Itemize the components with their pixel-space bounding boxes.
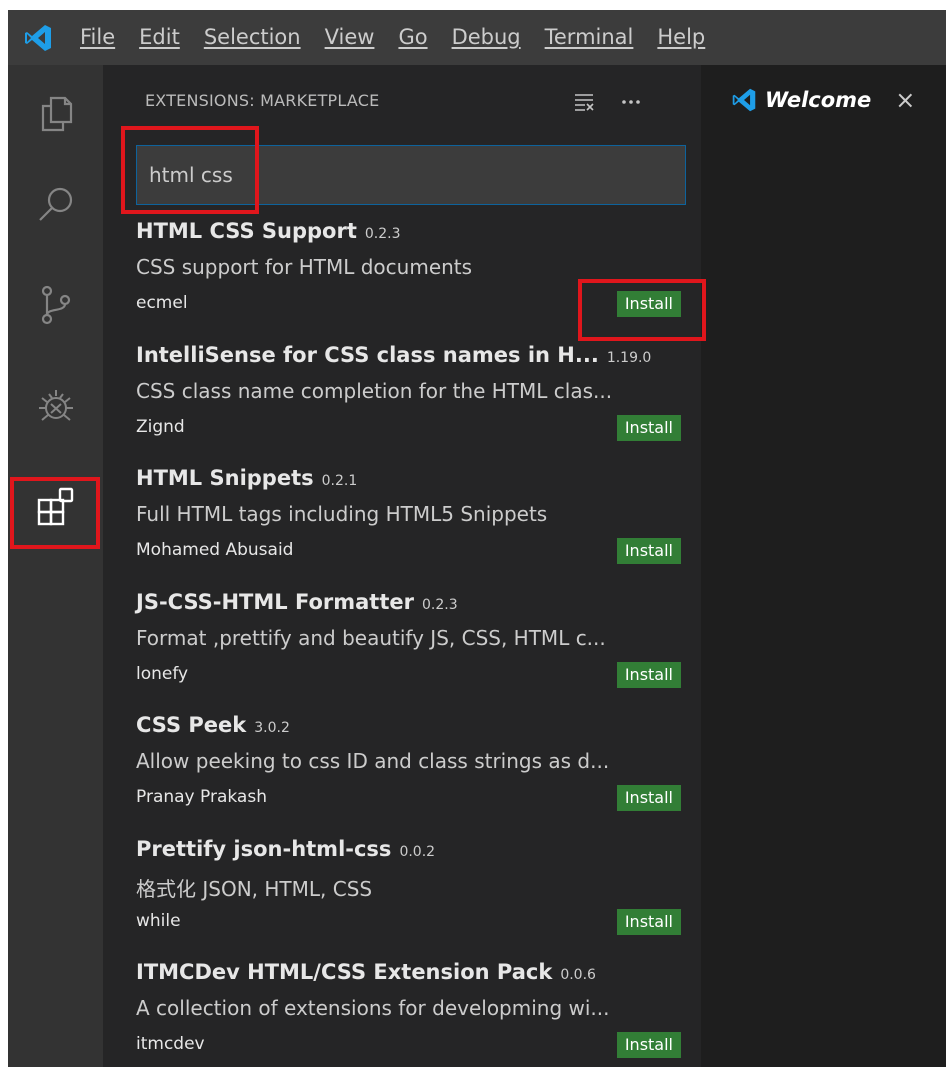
editor-area: Welcome × [701, 65, 946, 1067]
install-button[interactable]: Install [616, 661, 681, 688]
extension-description: CSS support for HTML documents [136, 255, 473, 279]
vscode-logo-icon [8, 10, 68, 65]
extension-publisher: Mohamed Abusaid [136, 540, 294, 560]
extension-name: HTML Snippets [136, 466, 314, 490]
activity-debug[interactable] [8, 365, 103, 445]
activity-source-control[interactable] [8, 265, 103, 345]
extension-item-html-css-support[interactable]: HTML CSS Support 0.2.3 CSS support for HT… [136, 213, 686, 337]
extension-version: 1.19.0 [606, 349, 652, 366]
install-button[interactable]: Install [616, 538, 681, 564]
extensions-sidebar: EXTENSIONS: MARKETPLACE HTML CSS Support… [103, 65, 701, 1067]
clear-extensions-icon [575, 94, 594, 111]
vscode-tab-icon [731, 87, 757, 113]
ellipsis-icon [622, 100, 640, 104]
install-button[interactable]: Install [616, 785, 681, 811]
extension-item-js-css-html-formatter[interactable]: JS-CSS-HTML Formatter 0.2.3 Format ,prett… [136, 584, 686, 708]
menu-help[interactable]: Help [645, 10, 717, 65]
extension-version: 3.0.2 [254, 720, 290, 736]
extension-publisher: while [136, 910, 181, 931]
activity-bar [8, 65, 103, 1067]
install-button[interactable]: Install [616, 291, 681, 317]
menu-terminal[interactable]: Terminal [533, 10, 646, 65]
extension-name: CSS Peek [136, 713, 247, 737]
extension-publisher: lonefy [136, 663, 189, 684]
extension-name: ITMCDev HTML/CSS Extension Pack [136, 960, 553, 984]
extension-list: HTML CSS Support 0.2.3 CSS support for HT… [136, 213, 686, 1067]
menu-bar: File Edit Selection View Go Debug Termin… [8, 10, 946, 65]
debug-icon [38, 390, 73, 421]
extension-publisher: ecmel [136, 293, 188, 313]
extension-name: Prettify json-html-css [136, 836, 392, 861]
extension-item-intellisense-css[interactable]: IntelliSense for CSS class names in H...… [136, 337, 686, 461]
install-button[interactable]: Install [616, 908, 681, 935]
activity-extensions[interactable] [8, 467, 103, 547]
source-control-icon [41, 285, 70, 325]
extension-name: HTML CSS Support [136, 219, 357, 243]
extension-description: Full HTML tags including HTML5 Snippets [136, 502, 548, 526]
search-icon [38, 187, 72, 221]
extension-description: 格式化 JSON, HTML, CSS [136, 876, 373, 901]
extension-item-html-snippets[interactable]: HTML Snippets 0.2.1 Full HTML tags includ… [136, 460, 686, 584]
more-actions-button[interactable] [616, 87, 646, 117]
extension-description: CSS class name completion for the HTML c… [136, 378, 613, 403]
extension-name: IntelliSense for CSS class names in H... [136, 342, 599, 367]
extension-description: Format ,prettify and beautify JS, CSS, H… [136, 625, 606, 650]
extension-publisher: itmcdev [136, 1034, 205, 1054]
extension-item-css-peek[interactable]: CSS Peek 3.0.2 Allow peeking to css ID an… [136, 707, 686, 831]
extension-description: Allow peeking to css ID and class string… [136, 749, 610, 773]
tab-welcome[interactable]: Welcome × [701, 65, 946, 135]
extension-publisher: Pranay Prakash [136, 787, 267, 807]
extension-name: JS-CSS-HTML Formatter [136, 589, 414, 614]
menu-selection[interactable]: Selection [192, 10, 313, 65]
explorer-icon [41, 96, 72, 132]
sidebar-title: EXTENSIONS: MARKETPLACE [145, 91, 380, 110]
clear-results-button[interactable] [569, 87, 599, 117]
vscode-window: File Edit Selection View Go Debug Termin… [8, 10, 946, 1067]
extension-item-prettify-json-html-css[interactable]: Prettify json-html-css 0.0.2 格式化 JSON, HT… [136, 831, 686, 955]
menu-edit[interactable]: Edit [127, 10, 192, 65]
menu-debug[interactable]: Debug [440, 10, 533, 65]
extension-item-itmcdev-pack[interactable]: ITMCDev HTML/CSS Extension Pack 0.0.6 A c… [136, 954, 686, 1067]
extension-version: 0.2.1 [321, 473, 358, 489]
extension-search-box[interactable] [136, 145, 686, 205]
install-button[interactable]: Install [616, 1032, 681, 1058]
extension-search-input[interactable] [147, 162, 671, 188]
extension-description: A collection of extensions for developmi… [136, 996, 610, 1020]
menu-file[interactable]: File [68, 10, 127, 65]
extension-version: 0.2.3 [364, 226, 401, 242]
tab-title: Welcome [765, 88, 872, 112]
activity-explorer[interactable] [8, 73, 103, 153]
extensions-icon [37, 487, 73, 526]
close-icon[interactable]: × [895, 86, 915, 114]
extension-version: 0.0.6 [560, 967, 596, 983]
activity-search[interactable] [8, 165, 103, 245]
install-button[interactable]: Install [616, 414, 681, 441]
menu-go[interactable]: Go [386, 10, 439, 65]
extension-version: 0.0.2 [399, 843, 436, 860]
menu-view[interactable]: View [313, 10, 387, 65]
extension-version: 0.2.3 [421, 596, 458, 613]
extension-publisher: Zignd [136, 416, 185, 437]
